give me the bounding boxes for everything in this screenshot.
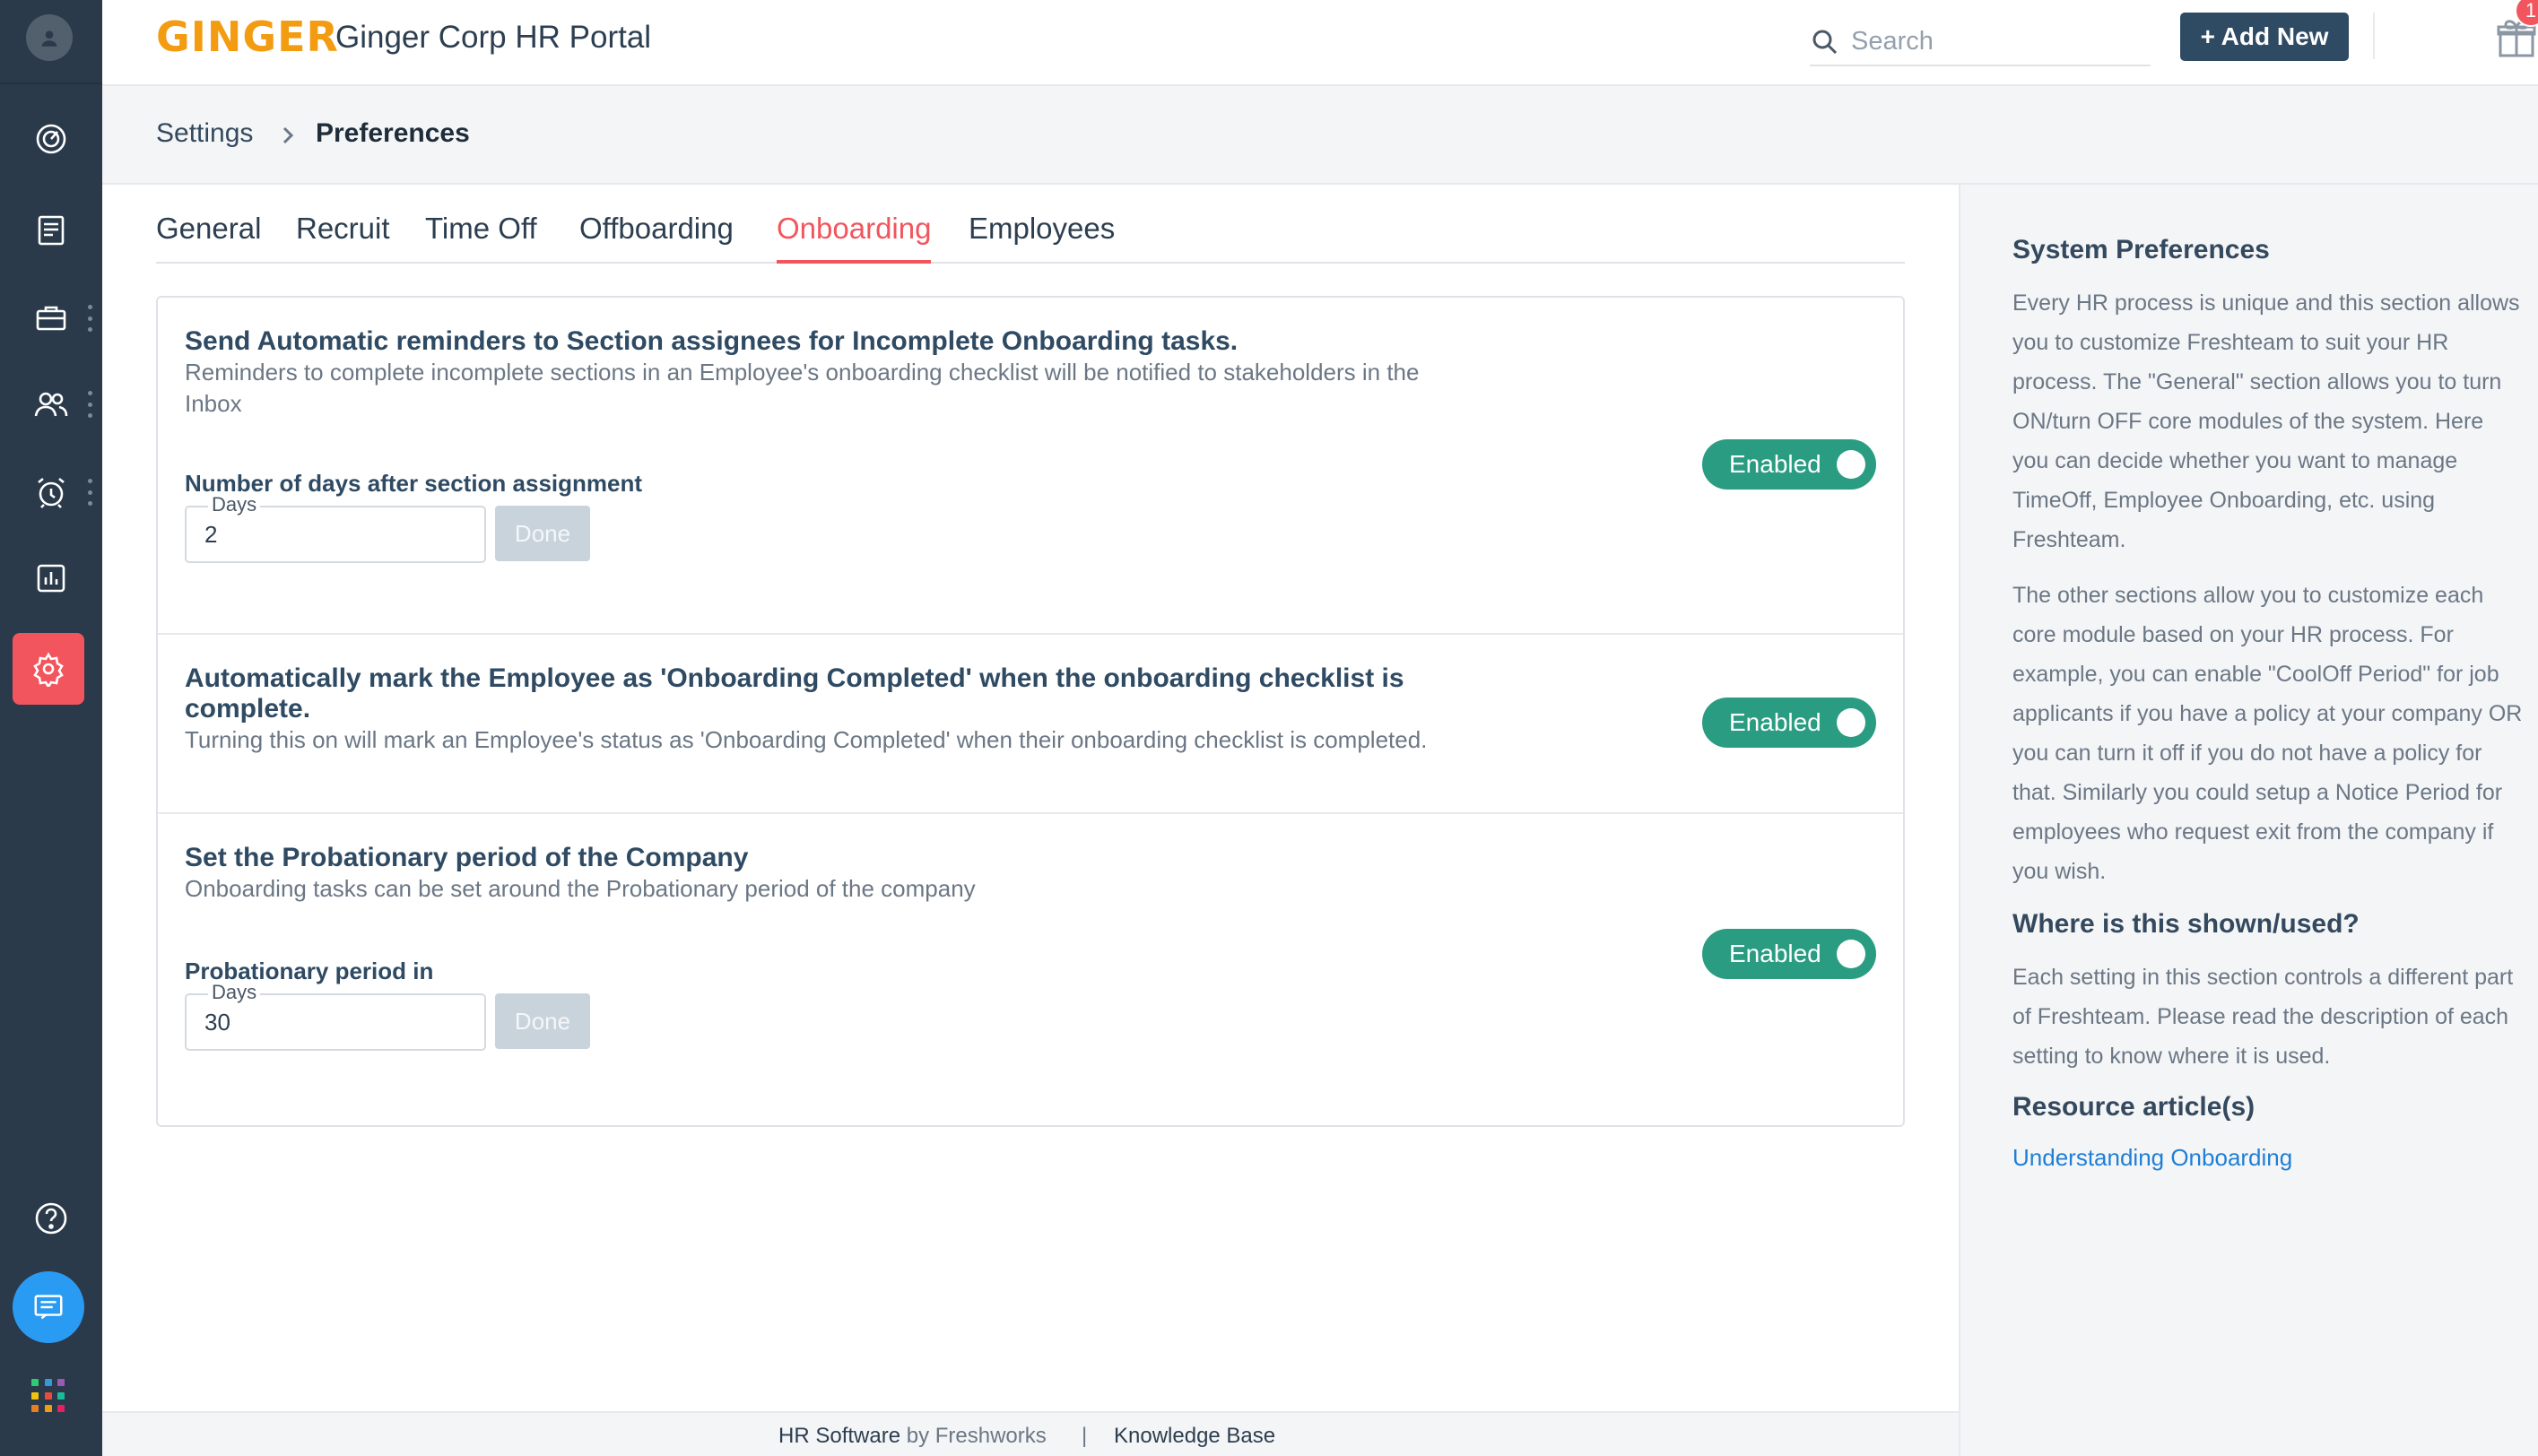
help-heading: System Preferences: [2012, 235, 2270, 264]
alarm-more-icon[interactable]: [86, 479, 93, 506]
section-description: Reminders to complete incomplete section…: [185, 359, 1420, 417]
days-unit-label: Days: [208, 493, 261, 516]
chat-icon[interactable]: [13, 1271, 84, 1343]
footer-product: HR Software by Freshworks: [778, 1424, 1047, 1449]
help-paragraph-3: Each setting in this section controls a …: [2012, 965, 2514, 1069]
search-icon: [1812, 30, 1838, 55]
tab-onboarding[interactable]: Onboarding: [777, 212, 932, 264]
help-heading-resources: Resource article(s): [2012, 1092, 2256, 1122]
add-new-button[interactable]: + Add New: [2180, 13, 2349, 61]
dashboard-icon[interactable]: [0, 99, 102, 179]
reminder-section: Send Automatic reminders to Section assi…: [158, 298, 1903, 633]
header-divider: [2373, 13, 2375, 59]
help-panel: System Preferences Every HR process is u…: [1959, 185, 2538, 1456]
toggle-label: Enabled: [1729, 940, 1821, 967]
footer-product-link[interactable]: HR Software: [778, 1424, 900, 1448]
apps-grid-icon[interactable]: [31, 1379, 65, 1413]
section-description: Onboarding tasks can be set around the P…: [185, 875, 976, 902]
onboarding-settings-card: Send Automatic reminders to Section assi…: [156, 296, 1905, 1127]
section-description: Turning this on will mark an Employee's …: [185, 726, 1428, 753]
people-more-icon[interactable]: [86, 391, 93, 418]
help-heading-usage: Where is this shown/used?: [2012, 909, 2360, 939]
main-content: General Recruit Time Off Offboarding Onb…: [102, 185, 1959, 1413]
probation-section: Set the Probationary period of the Compa…: [158, 812, 1903, 1126]
tab-general[interactable]: General: [156, 212, 261, 264]
days-unit-label: Days: [208, 981, 261, 1004]
profile-icon[interactable]: [26, 14, 73, 61]
briefcase-more-icon[interactable]: [86, 305, 93, 332]
section-title: Send Automatic reminders to Section assi…: [185, 326, 1239, 356]
reminder-enabled-toggle[interactable]: Enabled: [1702, 439, 1876, 490]
toggle-label: Enabled: [1729, 450, 1821, 478]
help-paragraph-1: Every HR process is unique and this sect…: [2012, 290, 2520, 552]
knowledge-base-link[interactable]: Knowledge Base: [1114, 1424, 1275, 1449]
toggle-knob: [1837, 940, 1865, 968]
footer-separator: |: [1082, 1424, 1088, 1448]
portal-title: Ginger Corp HR Portal: [335, 20, 652, 55]
settings-icon[interactable]: [13, 633, 84, 705]
toggle-knob: [1837, 450, 1865, 479]
help-paragraph-2: The other sections allow you to customiz…: [2012, 583, 2523, 884]
company-logo: GINGER: [156, 13, 339, 61]
section-title: Automatically mark the Employee as 'Onbo…: [185, 663, 1404, 724]
auto-complete-section: Automatically mark the Employee as 'Onbo…: [158, 633, 1903, 812]
toggle-knob: [1837, 708, 1865, 737]
understanding-onboarding-link[interactable]: Understanding Onboarding: [2012, 1144, 2292, 1172]
top-header: GINGER Ginger Corp HR Portal + Add New 1: [102, 0, 2538, 86]
toggle-label: Enabled: [1729, 708, 1821, 736]
reminder-done-button[interactable]: Done: [495, 506, 590, 561]
breadcrumb-settings[interactable]: Settings: [156, 118, 253, 149]
search-box[interactable]: [1810, 18, 2151, 66]
tab-time-off[interactable]: Time Off: [425, 212, 537, 264]
sidebar-divider: [0, 82, 102, 84]
search-input[interactable]: [1851, 22, 2138, 61]
chevron-right-icon: [282, 126, 294, 144]
sidebar: [0, 0, 102, 1456]
checklist-icon[interactable]: [0, 190, 102, 271]
footer: HR Software by Freshworks | Knowledge Ba…: [102, 1411, 1959, 1456]
probation-done-button[interactable]: Done: [495, 993, 590, 1049]
auto-complete-enabled-toggle[interactable]: Enabled: [1702, 698, 1876, 748]
footer-by: by Freshworks: [900, 1424, 1047, 1448]
tab-recruit[interactable]: Recruit: [296, 212, 390, 264]
settings-tabs: General Recruit Time Off Offboarding Onb…: [156, 206, 1905, 264]
tab-employees[interactable]: Employees: [969, 212, 1115, 264]
reports-icon[interactable]: [0, 538, 102, 619]
help-icon[interactable]: [0, 1178, 102, 1259]
breadcrumb-preferences: Preferences: [316, 118, 470, 148]
section-title: Set the Probationary period of the Compa…: [185, 843, 749, 872]
probation-enabled-toggle[interactable]: Enabled: [1702, 929, 1876, 979]
tab-offboarding[interactable]: Offboarding: [579, 212, 734, 264]
breadcrumb: Settings Preferences: [102, 86, 2538, 185]
